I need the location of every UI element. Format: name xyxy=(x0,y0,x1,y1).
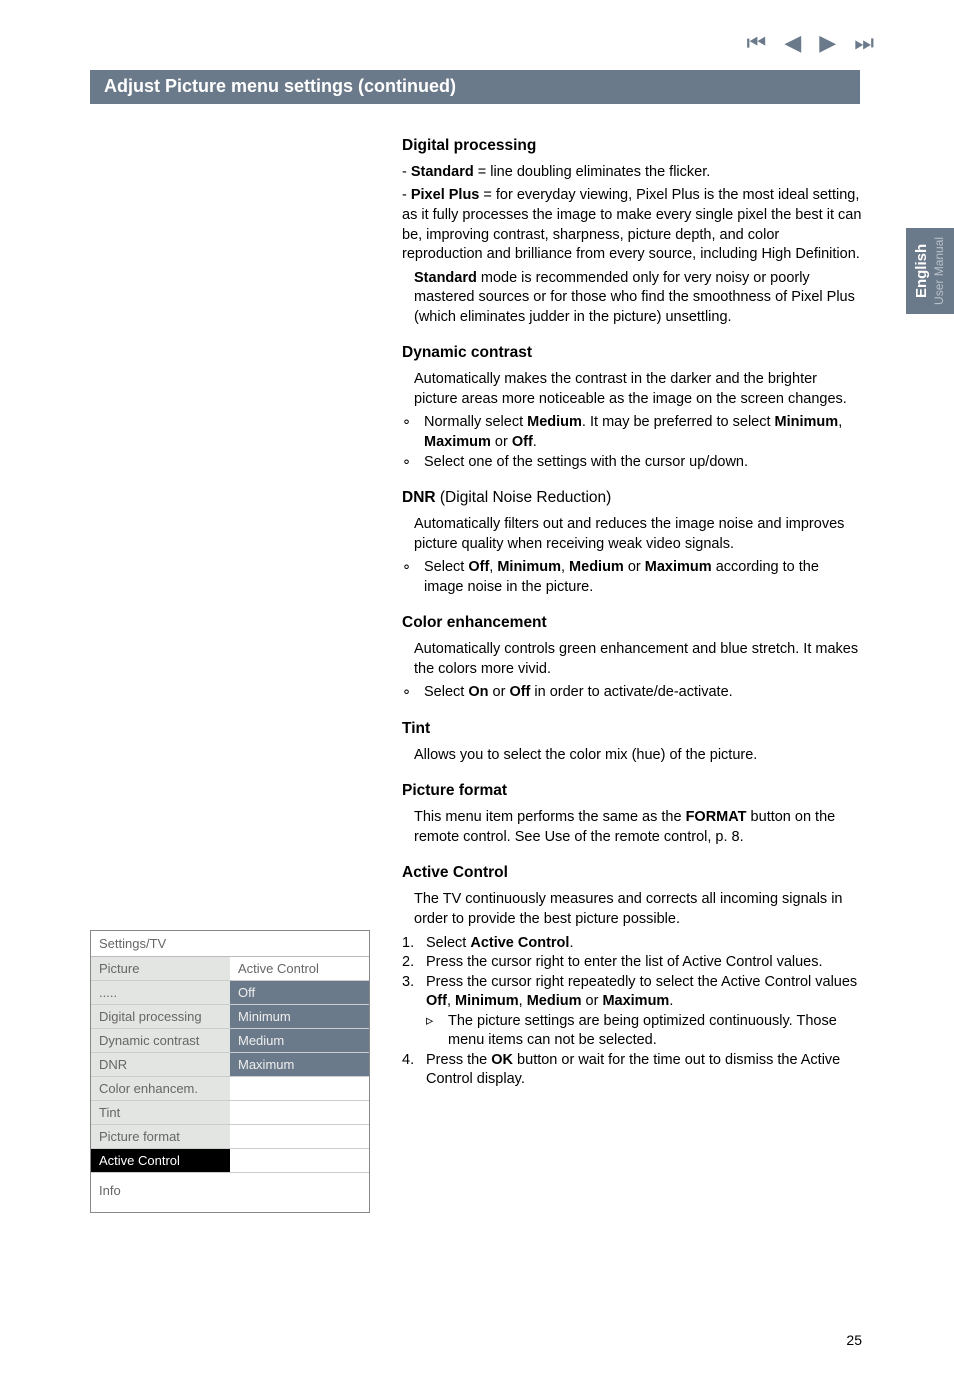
ac-step-2: 2. Press the cursor right to enter the l… xyxy=(402,953,862,973)
main-content: Digital processing - Standard = line dou… xyxy=(402,120,862,1090)
dp-item-standard: - Standard = line doubling eliminates th… xyxy=(402,163,862,183)
menu-item-tint: Tint xyxy=(91,1101,230,1124)
menu-item-active-control: Active Control xyxy=(91,1149,230,1172)
menu-item-color-enhancem: Color enhancem. xyxy=(91,1077,230,1100)
dnr-desc: Automatically filters out and reduces th… xyxy=(402,515,862,554)
menu-item-digital-processing: Digital processing xyxy=(91,1005,230,1028)
heading-tint: Tint xyxy=(402,719,862,740)
heading-active-control: Active Control xyxy=(402,863,862,884)
heading-color-enhancement: Color enhancement xyxy=(402,613,862,634)
menu-item-picture: Picture xyxy=(91,957,230,980)
menu-item-picture-format: Picture format xyxy=(91,1125,230,1148)
pf-desc: This menu item performs the same as the … xyxy=(402,808,862,847)
menu-val-off: Off xyxy=(230,981,369,1004)
page-number: 25 xyxy=(846,1332,862,1348)
menu-info: Info xyxy=(91,1173,369,1212)
menu-item-dots: ..... xyxy=(91,981,230,1004)
menu-col-header: Active Control xyxy=(230,957,369,980)
dnr-bullet-1: ∘ Select Off, Minimum, Medium or Maximum… xyxy=(402,558,862,597)
dc-desc: Automatically makes the contrast in the … xyxy=(402,370,862,409)
menu-val-minimum: Minimum xyxy=(230,1005,369,1028)
dc-bullet-2: ∘ Select one of the settings with the cu… xyxy=(402,453,862,473)
heading-picture-format: Picture format xyxy=(402,781,862,802)
menu-header: Settings/TV xyxy=(91,931,369,957)
heading-dynamic-contrast: Dynamic contrast xyxy=(402,343,862,364)
ac-step-4: 4. Press the OK button or wait for the t… xyxy=(402,1051,862,1090)
language-sub: User Manual xyxy=(932,237,946,305)
heading-dnr: DNR (Digital Noise Reduction) xyxy=(402,488,862,509)
ac-desc: The TV continuously measures and correct… xyxy=(402,890,862,929)
ce-bullet-1: ∘ Select On or Off in order to activate/… xyxy=(402,683,862,703)
tint-desc: Allows you to select the color mix (hue)… xyxy=(402,746,862,766)
heading-digital-processing: Digital processing xyxy=(402,136,862,157)
nav-first-icon[interactable]: ⏮ xyxy=(747,30,767,56)
language-tab: English User Manual xyxy=(906,228,954,314)
nav-next-icon[interactable]: ⏭ xyxy=(854,30,874,56)
ac-step-3-sub: ▹ The picture settings are being optimiz… xyxy=(402,1012,862,1051)
dc-bullet-1: ∘ Normally select Medium. It may be pref… xyxy=(402,413,862,452)
menu-item-dynamic-contrast: Dynamic contrast xyxy=(91,1029,230,1052)
menu-val-medium: Medium xyxy=(230,1029,369,1052)
dp-item-pixelplus: - Pixel Plus = for everyday viewing, Pix… xyxy=(402,186,862,264)
menu-item-dnr: DNR xyxy=(91,1053,230,1076)
nav-icons: ⏮ ◀ ▶ ⏭ xyxy=(747,30,874,56)
ac-step-3: 3. Press the cursor right repeatedly to … xyxy=(402,973,862,1012)
nav-prev-icon[interactable]: ◀ xyxy=(784,30,801,56)
ac-step-1: 1. Select Active Control. xyxy=(402,934,862,954)
ce-desc: Automatically controls green enhancement… xyxy=(402,640,862,679)
settings-menu-box: Settings/TV Picture Active Control .....… xyxy=(90,930,370,1213)
menu-val-maximum: Maximum xyxy=(230,1053,369,1076)
dp-standard-note: Standard mode is recommended only for ve… xyxy=(402,269,862,328)
section-banner: Adjust Picture menu settings (continued) xyxy=(90,70,860,104)
nav-play-icon[interactable]: ▶ xyxy=(819,30,836,56)
language-label: English xyxy=(913,244,930,298)
